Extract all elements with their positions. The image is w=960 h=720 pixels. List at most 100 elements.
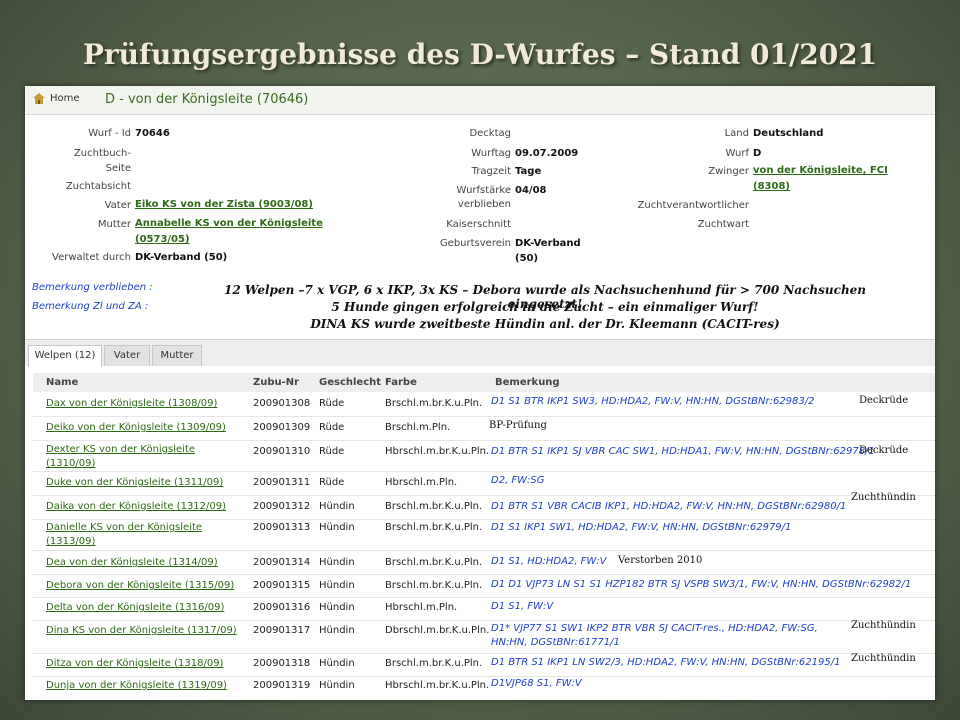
tab-welpen[interactable]: Welpen (12) (28, 345, 102, 367)
bemerkung: D1 BTR S1 VBR CACIB IKP1, HD:HDA2, FW:V,… (491, 501, 847, 512)
puppy-name-link[interactable]: Dax von der Königsleite (1308/09) (46, 397, 246, 411)
kaiserschnitt-label: Kaiserschnitt (446, 219, 511, 230)
bemerkung: D1* VJP77 S1 SW1 IKP2 BTR VBR SJ CACIT-r… (491, 623, 818, 648)
bemerkung: D1 S1 BTR IKP1 SW3, HD:HDA2, FW:V, HN:HN… (491, 396, 815, 407)
wurftag-value: 09.07.2009 (515, 148, 579, 159)
zubu-nr: 200901312 (253, 501, 311, 512)
wurf-id-value: 70646 (135, 128, 170, 139)
column-bemerkung[interactable]: Bemerkung (495, 377, 560, 388)
puppy-name-link[interactable]: Dina KS von der Königsleite (1317/09) (46, 624, 246, 638)
bemerkung: D1 S1, FW:V (491, 601, 554, 612)
annotation: Zuchthündin (851, 620, 916, 631)
geschlecht: Rüde (319, 477, 345, 488)
farbe: Hbrschl.m.Pln. (385, 602, 458, 613)
annotation: BP-Prüfung (489, 420, 547, 431)
verwaltet-value: DK-Verband (50) (135, 252, 228, 263)
home-label: Home (50, 93, 80, 104)
zubu-nr: 200901313 (253, 522, 311, 533)
mutter-link[interactable]: Annabelle KS von der Königsleite (135, 216, 323, 232)
zuchtwart-label: Zuchtwart (697, 219, 749, 230)
farbe: Brschl.m.br.K.u.Pln. (385, 557, 483, 568)
table-row: Debora von der Königsleite (1315/09) 200… (33, 575, 935, 598)
column-geschlecht[interactable]: Geschlecht (319, 377, 381, 388)
zuchtbuch-label-2: Seite (105, 163, 131, 174)
mutter-label: Mutter (97, 219, 131, 230)
geschlecht: Hündin (319, 501, 355, 512)
litter-panel: Home D - von der Königsleite (70646) Wur… (25, 86, 935, 700)
zubu-nr: 200901317 (253, 625, 311, 636)
table-row: Danielle KS von der Königsleite (1313/09… (33, 520, 935, 551)
puppy-name-link[interactable]: Deiko von der Königsleite (1309/09) (46, 421, 246, 435)
home-link[interactable]: Home (33, 93, 80, 104)
geschlecht: Hündin (319, 658, 355, 669)
geschlecht: Hündin (319, 680, 355, 691)
tab-vater[interactable]: Vater (104, 345, 150, 366)
farbe: Hbrschl.m.br.K.u.Pln. (385, 680, 490, 691)
farbe: Brschl.m.br.K.u.Pln. (385, 501, 483, 512)
puppy-name-link[interactable]: Dea von der Königsleite (1314/09) (46, 556, 246, 570)
wurfstaerke-label: Wurfstärke (456, 185, 511, 196)
bemerkung: D1 BTR S1 IKP1 LN SW2/3, HD:HDA2, FW:V, … (491, 657, 841, 668)
geschlecht: Rüde (319, 422, 345, 433)
geschlecht: Rüde (319, 398, 345, 409)
farbe: Brschl.m.Pln. (385, 422, 451, 433)
mutter-link-number[interactable]: (0573/05) (135, 232, 190, 248)
column-farbe[interactable]: Farbe (385, 377, 417, 388)
zuchtbuch-label: Zuchtbuch- (73, 148, 131, 159)
puppy-name-link[interactable]: Debora von der Königsleite (1315/09) (46, 579, 246, 593)
bemerkung: D1 S1 IKP1 SW1, HD:HDA2, FW:V, HN:HN, DG… (491, 522, 792, 533)
note-line-2: 5 Hunde gingen erfolgreich in die Zucht … (331, 300, 759, 314)
farbe: Brschl.m.br.K.u.Pln. (385, 658, 483, 669)
table-row: Ditza von der Königsleite (1318/09) 2009… (33, 653, 935, 677)
geburtsverein-label: Geburtsverein (439, 238, 511, 249)
verwaltet-label: Verwaltet durch (52, 252, 131, 263)
puppy-name-link[interactable]: Ditza von der Königsleite (1318/09) (46, 657, 246, 671)
zubu-nr: 200901319 (253, 680, 311, 691)
farbe: Hbrschl.m.Pln. (385, 477, 458, 488)
puppy-name-link[interactable]: Duke von der Königsleite (1311/09) (46, 476, 246, 490)
zuchtabsicht-label: Zuchtabsicht (65, 181, 131, 192)
table-row: Dexter KS von der Königsleite (1310/09) … (33, 441, 935, 472)
zwinger-link[interactable]: von der Königsleite, FCI (753, 163, 888, 179)
annotation: Deckrüde (859, 395, 909, 406)
land-value: Deutschland (753, 128, 824, 139)
zubu-nr: 200901315 (253, 580, 311, 591)
puppy-name-link[interactable]: Dunja von der Königsleite (1319/09) (46, 679, 246, 693)
column-name[interactable]: Name (46, 377, 78, 388)
zubu-nr: 200901309 (253, 422, 311, 433)
farbe: Brschl.m.br.K.u.Pln. (385, 580, 483, 591)
zubu-nr: 200901311 (253, 477, 311, 488)
geburtsverein-value-2: (50) (515, 253, 539, 264)
table-header: Name Zubu-Nr Geschlecht Farbe Bemerkung (33, 373, 935, 392)
puppy-name-link[interactable]: Delta von der Königsleite (1316/09) (46, 601, 246, 615)
table-row: Deiko von der Königsleite (1309/09) 2009… (33, 417, 935, 441)
farbe: Hbrschl.m.br.K.u.Pln. (385, 446, 490, 457)
column-zubu-nr[interactable]: Zubu-Nr (253, 377, 299, 388)
bemerkung: D2, FW:SG (491, 475, 545, 486)
bemerkung: D1 D1 VJP73 LN S1 S1 HZP182 BTR SJ VSPB … (491, 579, 912, 590)
puppy-name-link[interactable]: Dexter KS von der Königsleite (1310/09) (46, 443, 216, 471)
page-heading: D - von der Königsleite (70646) (105, 92, 309, 107)
vater-link[interactable]: Eiko KS von der Zista (9003/08) (135, 197, 313, 213)
wurf-label: Wurf (725, 148, 749, 159)
geschlecht: Hündin (319, 557, 355, 568)
geschlecht: Hündin (319, 602, 355, 613)
puppy-name-link[interactable]: Danielle KS von der Königsleite (1313/09… (46, 521, 216, 549)
geschlecht: Hündin (319, 580, 355, 591)
land-label: Land (724, 128, 749, 139)
wurf-id-label: Wurf - Id (88, 128, 131, 139)
zubu-nr: 200901318 (253, 658, 311, 669)
tab-mutter[interactable]: Mutter (152, 345, 202, 366)
home-icon (33, 93, 45, 104)
zwinger-link-number[interactable]: (8308) (753, 179, 790, 195)
table-row: Delta von der Königsleite (1316/09) 2009… (33, 598, 935, 621)
farbe: Brschl.m.br.K.u.Pln. (385, 522, 483, 533)
bemerkung-zl-za-label: Bemerkung Zl und ZA : (32, 301, 149, 312)
puppy-name-link[interactable]: Daika von der Königsleite (1312/09) (46, 500, 246, 514)
tab-bar: Welpen (12) Vater Mutter (25, 339, 935, 367)
annotation: Zuchthündin (851, 653, 916, 664)
wurfstaerke-value: 04/08 (515, 185, 547, 196)
table-row: Dea von der Königsleite (1314/09) 200901… (33, 551, 935, 575)
farbe: Brschl.m.br.K.u.Pln. (385, 398, 483, 409)
zubu-nr: 200901314 (253, 557, 311, 568)
